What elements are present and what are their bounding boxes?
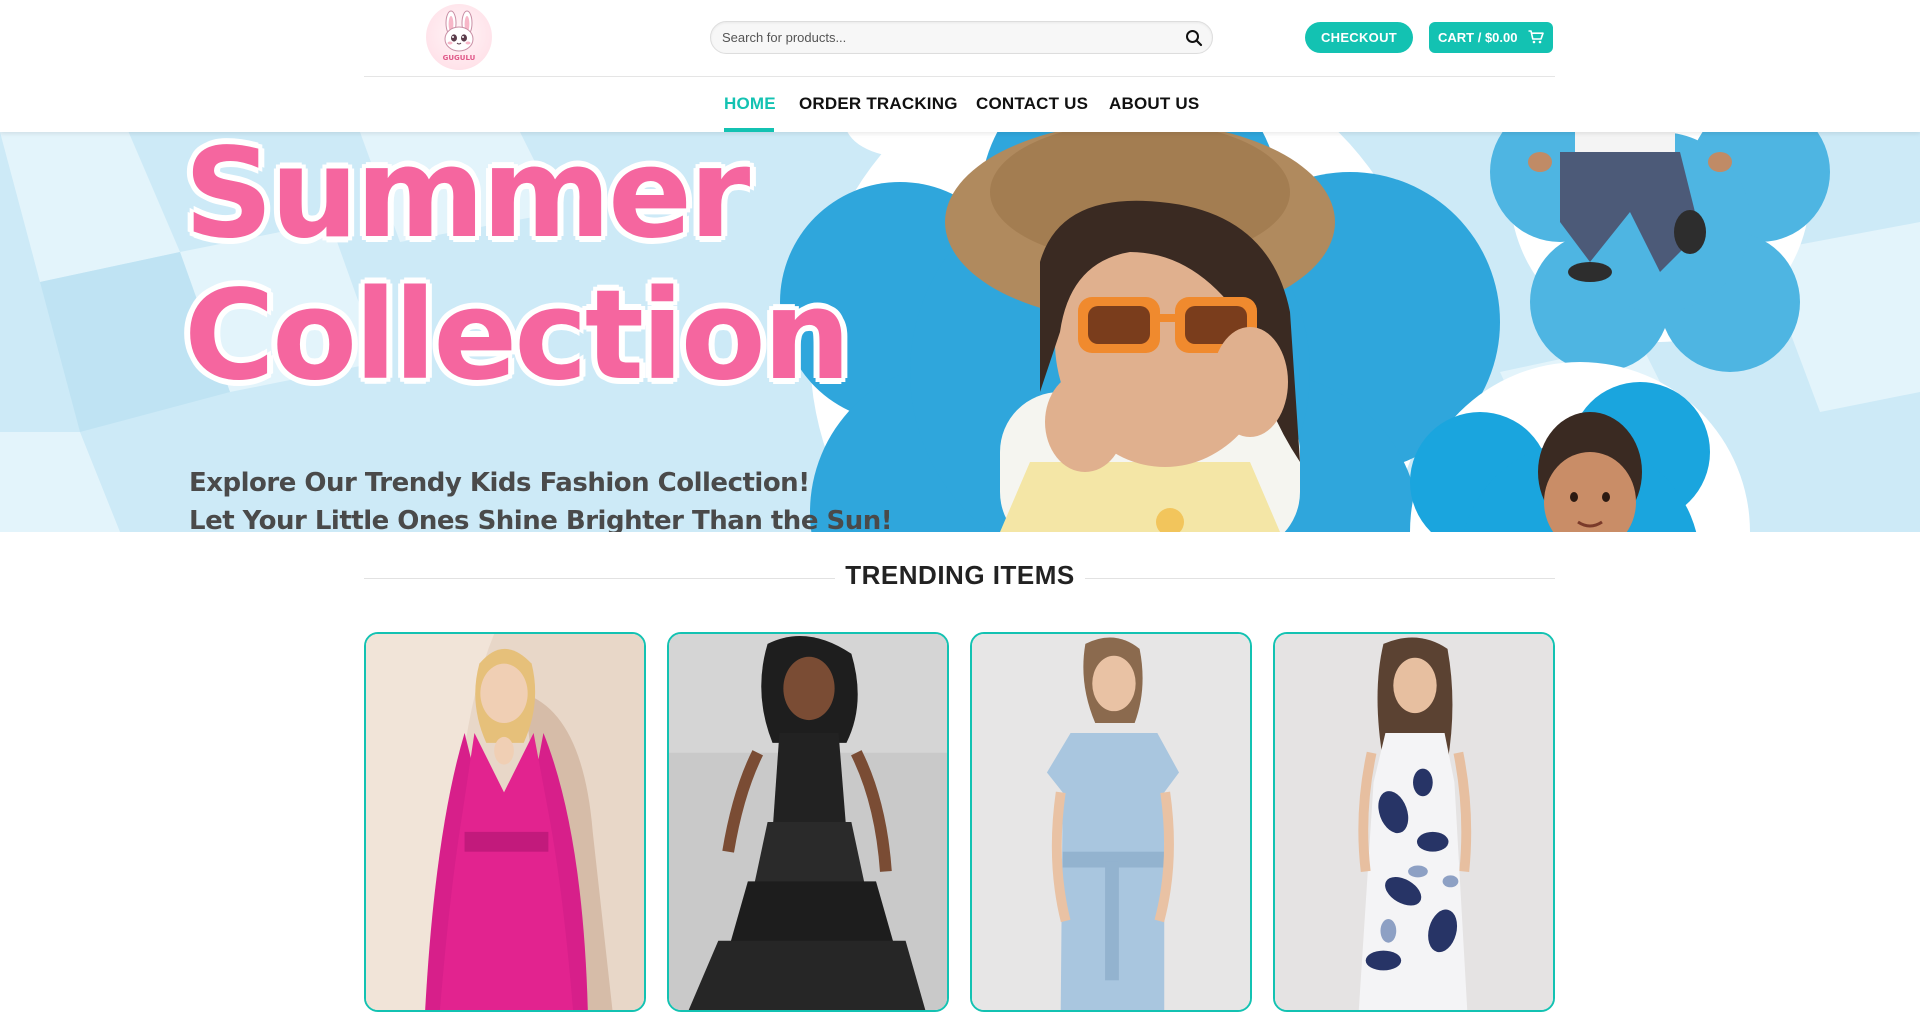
hero-subtitle-line2: Let Your Little Ones Shine Brighter Than…	[189, 506, 893, 532]
search-icon	[1186, 30, 1203, 47]
product-card-3[interactable]	[970, 632, 1252, 1012]
hero-subtitle-line1: Explore Our Trendy Kids Fashion Collecti…	[189, 468, 810, 498]
nav-item-home[interactable]: HOME	[724, 94, 776, 114]
cart-label: CART / $0.00	[1438, 30, 1518, 45]
product-card-4[interactable]	[1273, 632, 1555, 1012]
smiling-girl-photo	[1538, 412, 1642, 532]
site-header: GUGULU CHECKOUT CART / $0.00 HOME ORDER …	[0, 0, 1920, 132]
active-nav-indicator	[724, 128, 774, 132]
light-blue-dress-photo	[972, 634, 1250, 1010]
product-card-1[interactable]	[364, 632, 646, 1012]
product-card-2[interactable]	[667, 632, 949, 1012]
floral-print-dress-photo	[1275, 634, 1553, 1010]
nav-item-order-tracking[interactable]: ORDER TRACKING	[799, 94, 958, 114]
nav-item-about-us[interactable]: ABOUT US	[1109, 94, 1199, 114]
cart-button[interactable]: CART / $0.00	[1429, 22, 1553, 53]
search-input[interactable]	[711, 22, 1171, 53]
black-tiered-dress-photo	[669, 634, 947, 1010]
cart-icon	[1528, 30, 1544, 44]
nav-item-contact-us[interactable]: CONTACT US	[976, 94, 1088, 114]
search-bar	[710, 21, 1213, 54]
trending-section-title: TRENDING ITEMS	[845, 560, 1075, 590]
section-rule-right	[1085, 578, 1555, 579]
hero-title-line1: Summer	[184, 132, 750, 266]
main-nav: HOME ORDER TRACKING CONTACT US ABOUT US	[0, 77, 1920, 132]
pink-dress-photo	[366, 634, 644, 1010]
hero-title-line2: Collection	[184, 264, 851, 408]
hero-banner[interactable]: Summer Collection Explore Our Trendy Kid…	[0, 132, 1920, 532]
bunny-logo[interactable]: GUGULU	[426, 4, 492, 70]
checkout-button[interactable]: CHECKOUT	[1305, 22, 1413, 53]
search-button[interactable]	[1184, 28, 1204, 48]
logo-text: GUGULU	[442, 54, 476, 62]
